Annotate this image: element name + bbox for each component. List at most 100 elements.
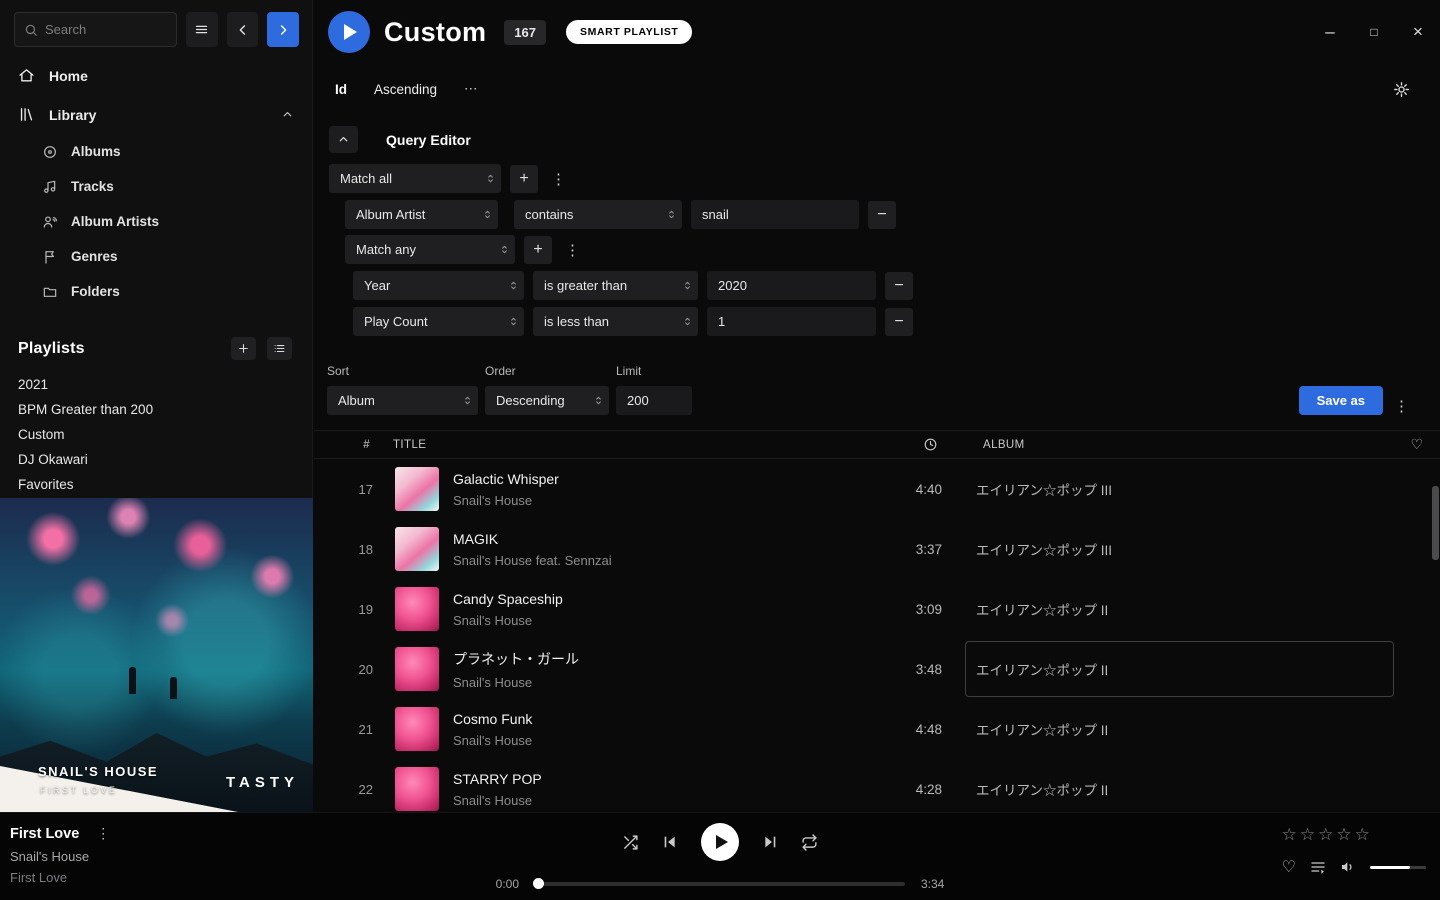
play-playlist-button[interactable]: [328, 11, 370, 53]
remove-rule-button[interactable]: −: [868, 201, 896, 229]
save-as-button[interactable]: Save as: [1299, 386, 1383, 415]
track-row[interactable]: 21 Cosmo Funk Snail's House 4:48 エイリアン☆ポ…: [314, 699, 1440, 759]
rule-value-input[interactable]: [707, 271, 876, 300]
track-album-cell[interactable]: エイリアン☆ポップ II: [942, 761, 1394, 817]
remove-rule-button[interactable]: −: [885, 272, 913, 300]
total-time: 3:34: [921, 877, 955, 891]
search-input[interactable]: [45, 22, 167, 37]
search-box[interactable]: [14, 12, 177, 47]
track-album-cell[interactable]: エイリアン☆ポップ II: [942, 581, 1394, 637]
star-icon[interactable]: ☆: [1355, 825, 1371, 845]
maximize-button[interactable]: □: [1352, 16, 1396, 48]
settings-gear-icon[interactable]: [1393, 81, 1410, 98]
nav-forward-button[interactable]: [267, 12, 299, 47]
nav-back-button[interactable]: [227, 12, 259, 47]
track-album-cell[interactable]: エイリアン☆ポップ II: [942, 641, 1394, 697]
sort-select[interactable]: Album: [327, 386, 478, 415]
collapse-query-editor-button[interactable]: [329, 126, 358, 153]
track-title-cell: Cosmo Funk Snail's House: [440, 711, 862, 748]
duration-clock-icon[interactable]: [923, 437, 942, 452]
rule-field-select[interactable]: Album Artist: [345, 200, 498, 229]
rule-value-input[interactable]: [691, 200, 859, 229]
sort-order-limit-row: Sort Album Order Descending Li: [314, 364, 1440, 415]
column-album[interactable]: ALBUM: [942, 439, 1394, 451]
add-rule-button[interactable]: +: [524, 236, 552, 264]
shuffle-button[interactable]: [622, 834, 639, 851]
play-pause-button[interactable]: [701, 823, 739, 861]
rule-operator-select[interactable]: is greater than: [533, 271, 698, 300]
group-menu-button[interactable]: ⋮: [561, 241, 584, 259]
track-row[interactable]: 17 Galactic Whisper Snail's House 4:40 エ…: [314, 459, 1440, 519]
match-mode-select[interactable]: Match all: [329, 164, 501, 193]
playlist-item[interactable]: 2021: [0, 372, 312, 397]
transport-controls: 0:00 3:34: [485, 823, 955, 891]
star-icon[interactable]: ☆: [1300, 825, 1316, 845]
sidebar-item-album-artists[interactable]: Album Artists: [0, 204, 312, 239]
track-menu-button[interactable]: ⋮: [96, 825, 110, 842]
repeat-button[interactable]: [801, 834, 818, 851]
queue-button[interactable]: [1310, 859, 1326, 875]
next-button[interactable]: [762, 834, 778, 850]
sidebar-item-label: Library: [49, 107, 96, 123]
remove-rule-button[interactable]: −: [885, 308, 913, 336]
star-icon[interactable]: ☆: [1336, 825, 1352, 845]
flag-icon: [42, 249, 58, 265]
rule-value-input[interactable]: [707, 307, 876, 336]
rule-field-select[interactable]: Year: [353, 271, 524, 300]
sidebar-item-albums[interactable]: Albums: [0, 134, 312, 169]
minus-icon: −: [894, 277, 903, 295]
track-album-cell[interactable]: エイリアン☆ポップ III: [942, 461, 1394, 517]
more-options-icon[interactable]: ⋯: [464, 81, 479, 97]
track-row[interactable]: 22 STARRY POP Snail's House 4:28 エイリアン☆ポ…: [314, 759, 1440, 819]
match-mode-select[interactable]: Match any: [345, 235, 515, 264]
sidebar-item-library[interactable]: Library: [0, 95, 312, 134]
add-playlist-button[interactable]: [231, 337, 256, 360]
add-rule-button[interactable]: +: [510, 165, 538, 193]
star-icon[interactable]: ☆: [1282, 825, 1298, 845]
volume-button[interactable]: [1340, 859, 1356, 875]
artwork-artist: SNAIL'S HOUSE: [38, 764, 158, 779]
track-row[interactable]: 19 Candy Spaceship Snail's House 3:09 エイ…: [314, 579, 1440, 639]
rule-operator-select[interactable]: is less than: [533, 307, 698, 336]
scrollbar-thumb[interactable]: [1432, 486, 1439, 560]
track-row[interactable]: 18 MAGIK Snail's House feat. Sennzai 3:3…: [314, 519, 1440, 579]
close-button[interactable]: ×: [1396, 16, 1440, 48]
artwork-figure: [170, 677, 177, 699]
select-arrows-icon: [682, 279, 693, 292]
seek-slider[interactable]: [535, 882, 905, 886]
order-select[interactable]: Descending: [485, 386, 609, 415]
favorite-button[interactable]: ♡: [1282, 857, 1296, 877]
save-menu-button[interactable]: ⋮: [1390, 397, 1413, 415]
playlist-item[interactable]: Custom: [0, 422, 312, 447]
star-icon[interactable]: ☆: [1318, 825, 1334, 845]
previous-button[interactable]: [662, 834, 678, 850]
minimize-button[interactable]: –: [1308, 16, 1352, 48]
sidebar-item-home[interactable]: Home: [0, 56, 312, 95]
track-title: MAGIK: [453, 531, 862, 547]
track-album-cell[interactable]: エイリアン☆ポップ III: [942, 521, 1394, 577]
sidebar-item-folders[interactable]: Folders: [0, 274, 312, 309]
volume-slider[interactable]: [1370, 866, 1426, 869]
group-menu-button[interactable]: ⋮: [547, 170, 570, 188]
favorite-heart-icon[interactable]: ♡: [1411, 436, 1424, 453]
playlist-item[interactable]: DJ Okawari: [0, 447, 312, 472]
track-album-cell[interactable]: エイリアン☆ポップ II: [942, 701, 1394, 757]
sidebar-item-label: Album Artists: [71, 214, 159, 229]
playlist-item[interactable]: Favorites: [0, 472, 312, 497]
sort-field[interactable]: Id: [335, 82, 347, 97]
menu-button[interactable]: [186, 12, 218, 47]
sort-direction[interactable]: Ascending: [374, 82, 437, 97]
chevron-up-icon[interactable]: [281, 108, 294, 121]
playlist-item[interactable]: BPM Greater than 200: [0, 397, 312, 422]
limit-input[interactable]: [616, 386, 692, 415]
rule-field-select[interactable]: Play Count: [353, 307, 524, 336]
column-number[interactable]: #: [314, 439, 380, 451]
select-arrows-icon: [482, 208, 493, 221]
order-label: Order: [485, 364, 609, 378]
sidebar-item-tracks[interactable]: Tracks: [0, 169, 312, 204]
column-title[interactable]: TITLE: [380, 439, 440, 451]
playlist-list-button[interactable]: [267, 337, 292, 360]
rule-operator-select[interactable]: contains: [514, 200, 682, 229]
track-row[interactable]: 20 プラネット・ガール Snail's House 3:48 エイリアン☆ポッ…: [314, 639, 1440, 699]
sidebar-item-genres[interactable]: Genres: [0, 239, 312, 274]
